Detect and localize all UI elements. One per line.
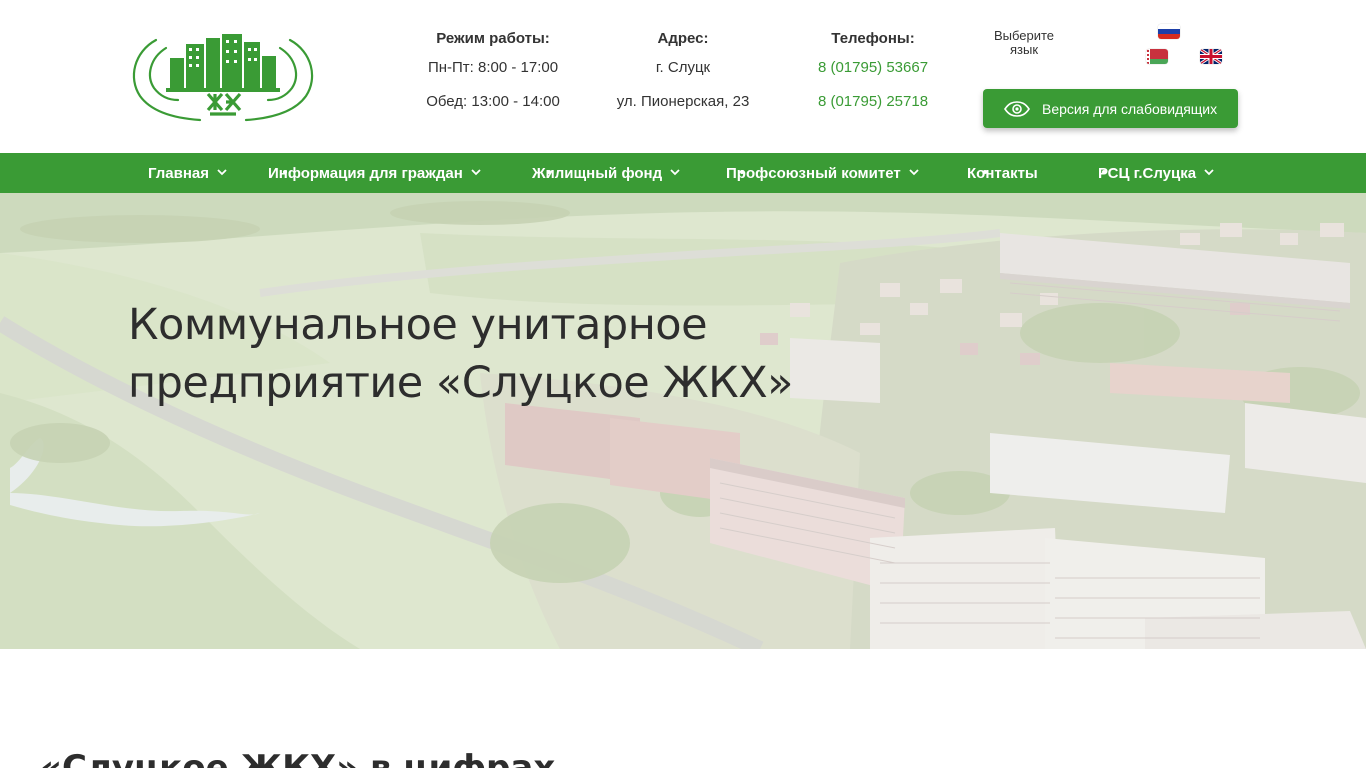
nav-item-home[interactable]: Главная: [148, 153, 227, 193]
nav-item-label: Контакты: [967, 165, 1038, 182]
nav-item-trade-union[interactable]: Профсоюзный комитет: [726, 153, 919, 193]
low-vision-button-label: Версия для слабовидящих: [1042, 100, 1218, 117]
hero-title: Коммунальное унитарное предприятие «Слуц…: [128, 296, 888, 412]
nav-item-citizens-info[interactable]: Информация для граждан: [268, 153, 481, 193]
nav-dot: [983, 170, 987, 174]
address-title: Адрес:: [657, 30, 709, 47]
low-vision-version-button[interactable]: Версия для слабовидящих: [983, 89, 1238, 128]
address-block: Адрес: г. Слуцк ул. Пионерская, 23: [598, 28, 768, 119]
chevron-down-icon: [1204, 169, 1214, 176]
en-flag-icon[interactable]: [1200, 49, 1222, 64]
nav-item-label: Жилищный фонд: [532, 165, 663, 182]
chevron-down-icon: [670, 169, 680, 176]
weekday-hours: Пн-Пт: 8:00 - 17:00: [427, 59, 559, 76]
nav-item-label: РСЦ г.Слуцка: [1098, 165, 1197, 182]
hero-banner: Коммунальное унитарное предприятие «Слуц…: [0, 193, 1366, 649]
phones-block: Телефоны: 8 (01795) 53667 8 (01795) 2571…: [800, 28, 946, 119]
main-navigation: Главная Информация для граждан Жилищный …: [0, 153, 1366, 193]
hero-title-line-2: предприятие «Слуцкое ЖКХ»: [128, 358, 793, 408]
by-flag-icon[interactable]: [1146, 49, 1168, 64]
work-hours-title: Режим работы:: [436, 30, 550, 47]
logo-icon[interactable]: [126, 30, 320, 124]
language-label: Выберите язык: [993, 28, 1055, 57]
lunch-hours: Обед: 13:00 - 14:00: [426, 93, 560, 110]
chevron-down-icon: [217, 169, 227, 176]
nav-dot: [283, 170, 287, 174]
nav-item-contacts[interactable]: Контакты: [967, 153, 1038, 193]
hero-aerial-image: [0, 193, 1366, 649]
chevron-down-icon: [909, 169, 919, 176]
nav-item-rsc-slutsk[interactable]: РСЦ г.Слуцка: [1098, 153, 1214, 193]
nav-dot: [547, 170, 551, 174]
nav-item-label: Главная: [148, 165, 210, 182]
address-city: г. Слуцк: [655, 59, 711, 76]
nav-item-label: Профсоюзный комитет: [726, 165, 901, 182]
phone-link-1[interactable]: 8 (01795) 53667: [800, 51, 946, 85]
eye-icon: [1004, 100, 1030, 117]
nav-item-label: Информация для граждан: [268, 165, 463, 182]
stats-section-title: «Слуцкое ЖКХ» в цифрах: [40, 748, 556, 768]
site-header: Режим работы: Пн-Пт: 8:00 - 17:00 Обед: …: [0, 0, 1366, 153]
nav-dot: [1102, 170, 1106, 174]
work-hours-block: Режим работы: Пн-Пт: 8:00 - 17:00 Обед: …: [413, 28, 573, 119]
address-street: ул. Пионерская, 23: [616, 93, 750, 110]
nav-dot: [740, 170, 744, 174]
chevron-down-icon: [471, 169, 481, 176]
hero-title-line-1: Коммунальное унитарное: [128, 300, 708, 350]
ru-flag-icon[interactable]: [1158, 24, 1180, 39]
phone-link-2[interactable]: 8 (01795) 25718: [800, 85, 946, 119]
phones-title: Телефоны:: [831, 30, 915, 47]
nav-item-housing-fund[interactable]: Жилищный фонд: [532, 153, 680, 193]
